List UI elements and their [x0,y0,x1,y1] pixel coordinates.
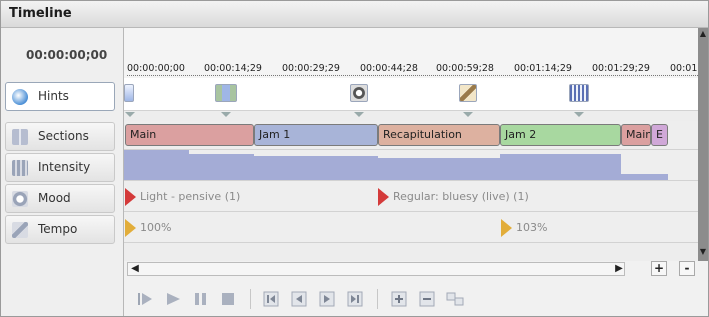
horizontal-scrollbar[interactable]: ◀ ▶ [127,262,625,276]
stop-icon[interactable] [219,290,237,308]
go-to-end-icon[interactable] [346,290,364,308]
section-label: Jam 2 [505,128,537,141]
track-sections[interactable]: Sections [5,122,115,151]
ruler-label: 00:01 [670,63,698,74]
section-label: Recapitulation [383,128,462,141]
scroll-down-icon[interactable]: ▼ [697,246,708,258]
toolbar-separator [377,289,378,309]
sections-icon [12,129,28,145]
hint-chart-icon[interactable] [569,84,589,102]
track-list-panel: 00:00:00;00 Hints Sections Intensity Moo… [1,28,124,316]
track-label: Tempo [38,222,78,236]
tempo-marker[interactable] [501,219,512,237]
track-label: Mood [38,191,71,205]
split-icon[interactable] [446,290,464,308]
track-tempo[interactable]: Tempo [5,215,115,244]
mood-marker[interactable] [378,188,389,206]
intensity-icon [12,160,28,176]
ruler-label: 00:00:14;29 [204,63,262,74]
time-ruler[interactable]: 00:00:00;00 00:00:14;29 00:00:29;29 00:0… [124,28,698,78]
title-bar: Timeline [1,1,708,28]
track-mood[interactable]: Mood [5,184,115,213]
ruler-label: 00:00:29;29 [282,63,340,74]
ruler-label: 00:00:44;28 [360,63,418,74]
scroll-right-icon[interactable]: ▶ [612,263,626,275]
ruler-label: 00:00:00;00 [127,63,185,74]
timecode-display: 00:00:00;00 [1,28,123,78]
ruler-ticks [127,74,698,76]
section-label: Jam 1 [259,128,291,141]
remove-icon[interactable] [418,290,436,308]
tempo-label: 103% [516,221,548,234]
hint-position-marker [463,112,473,117]
mood-label: Light - pensive (1) [140,190,241,203]
step-back-icon[interactable] [290,290,308,308]
tempo-lane[interactable]: 100% 103% [124,212,698,243]
hints-lane[interactable] [124,78,698,111]
ruler-label: 00:01:29;29 [592,63,650,74]
ruler-label: 00:00:59;28 [436,63,494,74]
track-intensity[interactable]: Intensity [5,153,115,182]
hint-metronome-icon[interactable] [459,84,477,102]
pause-icon[interactable] [192,290,210,308]
zoom-out-button[interactable]: - [679,261,695,276]
hint-position-marker [574,112,584,117]
mood-marker[interactable] [125,188,136,206]
section-block[interactable]: Main [621,124,651,146]
section-block[interactable]: Main [125,124,254,146]
toolbar-separator [250,289,251,309]
hints-icon [12,89,28,105]
add-icon[interactable] [390,290,408,308]
mood-lane[interactable]: Light - pensive (1) Regular: bluesy (liv… [124,181,698,212]
hint-position-marker [221,112,231,117]
track-label: Intensity [38,160,91,174]
section-block[interactable]: Jam 2 [500,124,621,146]
mood-label: Regular: bluesy (live) (1) [393,190,529,203]
mood-icon [12,191,28,207]
hint-position-marker [354,112,364,117]
hint-band-icon[interactable] [215,84,237,102]
track-hints[interactable]: Hints [5,82,115,111]
tempo-label: 100% [140,221,172,234]
ruler-label: 00:01:14;29 [514,63,572,74]
hint-yin-yang-icon[interactable] [350,84,368,102]
timeline-area[interactable]: 00:00:00;00 00:00:14;29 00:00:29;29 00:0… [124,28,698,261]
tempo-marker[interactable] [125,219,136,237]
scroll-up-icon[interactable]: ▲ [697,28,708,40]
section-block[interactable]: Jam 1 [254,124,378,146]
current-time: 00:00:00;00 [26,48,108,62]
scroll-left-icon[interactable]: ◀ [128,263,142,275]
window-title: Timeline [9,6,72,21]
timeline-window: Timeline 00:00:00;00 Hints Sections Inte… [0,0,709,317]
intensity-curve [124,150,668,180]
section-label: Main [626,128,651,141]
go-to-start-icon[interactable] [262,290,280,308]
hint-position-marker [125,112,135,117]
section-block[interactable]: Recapitulation [378,124,500,146]
section-block[interactable]: E [651,124,668,146]
play-icon[interactable] [164,290,182,308]
track-label: Sections [38,129,89,143]
vertical-scrollbar[interactable]: ▲ ▼ [697,28,708,261]
intensity-lane[interactable] [124,150,698,181]
tempo-icon [12,222,28,238]
hint-marker-icon[interactable] [124,84,134,102]
section-label: E [656,128,663,141]
play-from-start-icon[interactable] [136,290,154,308]
transport-toolbar [124,281,698,316]
zoom-in-button[interactable]: + [651,261,667,276]
step-forward-icon[interactable] [318,290,336,308]
track-label: Hints [38,89,69,103]
sections-lane[interactable]: Main Jam 1 Recapitulation Jam 2 Main E [124,121,698,150]
section-label: Main [130,128,157,141]
